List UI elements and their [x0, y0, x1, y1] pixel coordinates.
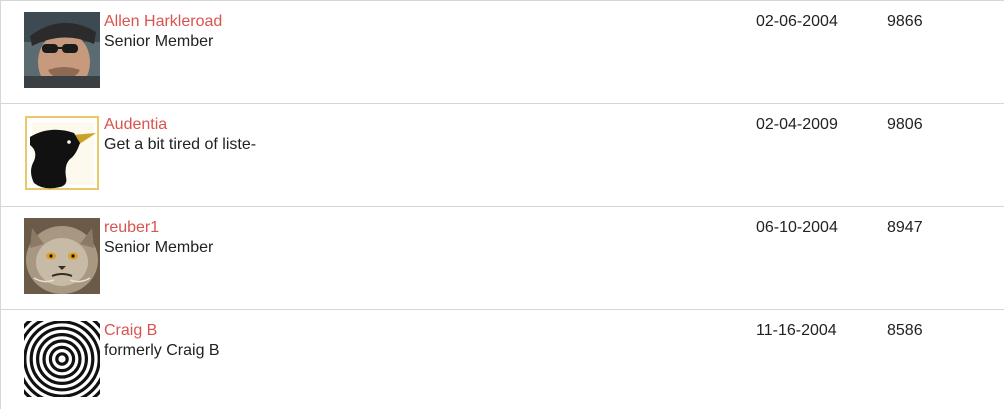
avatar[interactable] — [24, 12, 100, 88]
join-date: 02-04-2009 — [756, 116, 838, 133]
avatar[interactable] — [24, 321, 100, 397]
post-count: 9806 — [887, 116, 923, 133]
member-name-link[interactable]: Allen Harkleroad — [104, 12, 222, 31]
member-name-link[interactable]: Audentia — [104, 115, 167, 134]
member-name-link[interactable]: Craig B — [104, 321, 157, 340]
member-row: Audentia Get a bit tired of liste- 02-04… — [1, 104, 1004, 207]
concentric-circles-icon — [24, 321, 100, 397]
member-title: formerly Craig B — [104, 342, 220, 359]
member-list: Allen Harkleroad Senior Member 02-06-200… — [0, 0, 1004, 409]
avatar[interactable] — [24, 218, 100, 294]
black-unicorn-icon — [24, 115, 100, 191]
post-count: 8947 — [887, 219, 923, 236]
man-with-sunglasses-icon — [24, 12, 100, 88]
post-count: 9866 — [887, 13, 923, 30]
member-row: Allen Harkleroad Senior Member 02-06-200… — [1, 1, 1004, 104]
grumpy-cat-icon — [24, 218, 100, 294]
join-date: 02-06-2004 — [756, 13, 838, 30]
join-date: 11-16-2004 — [756, 322, 837, 339]
member-row: reuber1 Senior Member 06-10-2004 8947 — [1, 207, 1004, 310]
member-row: Craig B formerly Craig B 11-16-2004 8586 — [1, 310, 1004, 413]
member-title: Senior Member — [104, 239, 214, 256]
join-date: 06-10-2004 — [756, 219, 838, 236]
member-name-link[interactable]: reuber1 — [104, 218, 159, 237]
member-title: Senior Member — [104, 33, 214, 50]
post-count: 8586 — [887, 322, 923, 339]
member-title: Get a bit tired of liste- — [104, 136, 257, 153]
avatar[interactable] — [24, 115, 100, 191]
